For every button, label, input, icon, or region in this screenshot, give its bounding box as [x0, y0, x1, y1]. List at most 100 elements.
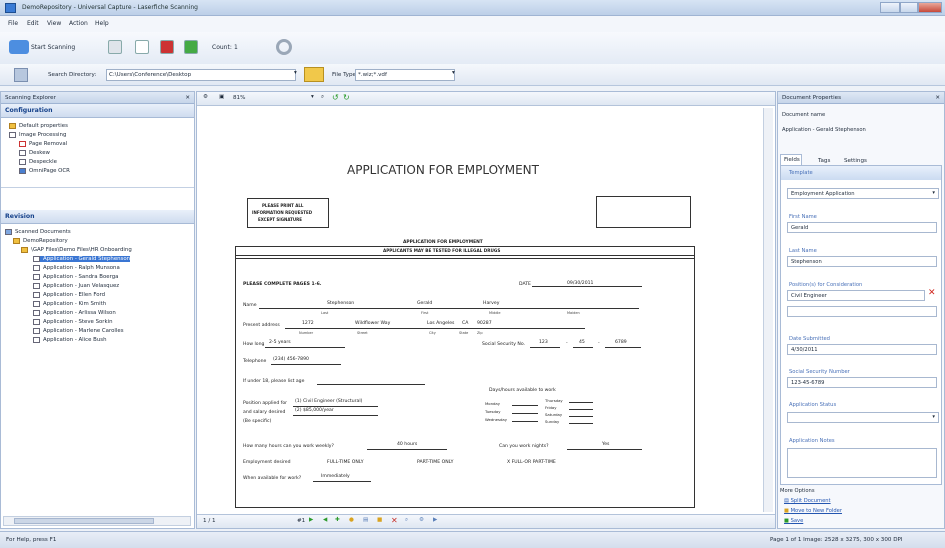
scanning-explorer-panel: Scanning Explorer ✕ Configuration Defaul…: [0, 91, 195, 529]
folder-icon[interactable]: ■: [377, 517, 382, 523]
close-icon[interactable]: ✕: [935, 95, 940, 101]
document-viewer: ⚙ ▣ 81% ▾ ⌕ ↺ ↻ APPLICATION FOR EMPLOYME…: [196, 91, 776, 529]
application-status-select[interactable]: ▾: [787, 412, 939, 423]
street: Wildflower Way: [355, 321, 391, 326]
zoom-icon[interactable]: ⌕: [321, 94, 324, 101]
horizontal-scrollbar[interactable]: [3, 516, 191, 526]
file-type-input[interactable]: *.wiz;*.vdf: [355, 69, 455, 81]
tree-item[interactable]: Application - Marlene Carolles: [5, 327, 192, 336]
tree-item[interactable]: Application - Juan Velasquez: [5, 282, 192, 291]
tree-item[interactable]: \GAP Files\Demo Files\HR Onboarding: [5, 246, 192, 255]
stop-icon[interactable]: [108, 40, 122, 54]
page-icon[interactable]: [135, 40, 149, 54]
field-label: Position(s) for Consideration: [789, 282, 863, 288]
tree-item[interactable]: Despeckle: [9, 158, 190, 167]
search-icon[interactable]: ⌕: [405, 517, 408, 524]
remove-icon[interactable]: ✕: [928, 288, 936, 298]
close-icon[interactable]: ✕: [185, 95, 190, 101]
search-directory-input[interactable]: C:\Users\Conference\Desktop: [106, 69, 296, 81]
rotate-right-icon[interactable]: ↻: [343, 93, 350, 102]
window-title: DemoRepository - Universal Capture - Las…: [22, 4, 198, 11]
menu-view[interactable]: View: [47, 20, 61, 27]
configuration-tree: Default properties Image Processing Page…: [1, 118, 194, 188]
application-notes-field[interactable]: [787, 448, 937, 478]
menu-action[interactable]: Action: [69, 20, 88, 27]
tab-fields[interactable]: Fields: [780, 154, 802, 165]
position-label: Position applied for: [243, 401, 288, 406]
field-label: Date Submitted: [789, 336, 830, 342]
be-specific-text: (Be specific): [243, 419, 272, 424]
split-document-link[interactable]: ▤ Split Document: [784, 498, 831, 504]
tree-item[interactable]: Scanned Documents: [5, 228, 192, 237]
add-icon[interactable]: ✚: [335, 517, 340, 523]
vertical-scrollbar[interactable]: [763, 108, 773, 512]
document-icon: [33, 318, 40, 325]
previous-icon[interactable]: ◀: [323, 517, 327, 523]
count-value[interactable]: 1: [234, 44, 238, 51]
configuration-header[interactable]: Configuration: [1, 104, 194, 118]
scrollbar-thumb[interactable]: [14, 518, 154, 524]
folder-icon[interactable]: [304, 67, 324, 82]
position-field-empty[interactable]: [787, 306, 937, 317]
how-long-value: 2-5 years: [269, 340, 291, 345]
tree-item[interactable]: Default properties: [9, 122, 190, 131]
settings-icon[interactable]: ⚙: [203, 94, 208, 100]
chevron-down-icon[interactable]: ▾: [452, 70, 455, 76]
template-select[interactable]: Employment Application ▾: [787, 188, 939, 199]
employment-option: PART-TIME ONLY: [417, 460, 454, 465]
rotate-left-icon[interactable]: ↺: [332, 93, 339, 102]
chevron-down-icon[interactable]: ▾: [311, 94, 314, 100]
ocr-icon[interactable]: [184, 40, 198, 54]
close-button[interactable]: [918, 2, 942, 13]
chevron-down-icon[interactable]: ▾: [294, 70, 297, 76]
menu-file[interactable]: File: [8, 20, 18, 27]
date-submitted-field[interactable]: 4/30/2011: [787, 344, 937, 355]
revision-header[interactable]: Revision: [1, 210, 194, 224]
zip: 90287: [477, 321, 492, 326]
tree-item[interactable]: Application - Sandra Boerga: [5, 273, 192, 282]
tree-item[interactable]: DemoRepository: [5, 237, 192, 246]
settings-icon[interactable]: ⚙: [419, 517, 424, 523]
position-field[interactable]: Civil Engineer: [787, 290, 925, 301]
next-icon[interactable]: ▶: [433, 517, 437, 523]
caption: City: [429, 331, 436, 335]
first-name-field[interactable]: Gerald: [787, 222, 937, 233]
caption: Number: [299, 331, 314, 335]
document-name-value[interactable]: Application - Gerald Stephenson: [782, 127, 866, 133]
play-icon[interactable]: ▶: [309, 517, 313, 523]
tree-item[interactable]: OmniPage OCR: [9, 167, 190, 176]
tree-item[interactable]: Application - Ellen Ford: [5, 291, 192, 300]
tree-item[interactable]: Application - Alice Bush: [5, 336, 192, 345]
import-icon[interactable]: [160, 40, 174, 54]
start-scanning-button[interactable]: Start Scanning: [31, 44, 75, 51]
how-long-label: How long: [243, 342, 265, 347]
tree-item[interactable]: Application - Steve Sorkin: [5, 318, 192, 327]
tree-item[interactable]: Application - Arlissa Wilson: [5, 309, 192, 318]
save-link[interactable]: ■ Save: [784, 518, 803, 524]
menu-help[interactable]: Help: [95, 20, 109, 27]
split-icon[interactable]: ▤: [363, 517, 368, 523]
tree-item-selected[interactable]: Application - Gerald Stephenson: [33, 255, 131, 262]
scanner-icon: [9, 40, 29, 54]
main-toolbar: Start Scanning Count: 1: [0, 32, 945, 64]
refresh-icon[interactable]: [276, 39, 292, 55]
ssn-field[interactable]: 123-45-6789: [787, 377, 937, 388]
maximize-button[interactable]: [900, 2, 918, 13]
page-view-icon[interactable]: ▣: [219, 94, 224, 100]
zoom-level[interactable]: 81%: [233, 95, 245, 101]
import-settings-icon[interactable]: [14, 68, 28, 82]
rotate-icon[interactable]: ●: [349, 517, 354, 523]
minimize-button[interactable]: [880, 2, 900, 13]
position-value: (1) Civil Engineer (Structural): [295, 399, 363, 404]
viewer-bottom-bar: 1 / 1 #1 ▶ ◀ ✚ ● ▤ ■ ✕ ⌕ ⚙ ▶: [197, 514, 775, 528]
tree-item[interactable]: Page Removal: [9, 140, 190, 149]
tree-item[interactable]: Application - Ralph Munsona: [5, 264, 192, 273]
date-value: 09/30/2011: [567, 281, 594, 286]
move-to-folder-link[interactable]: ■ Move to New Folder: [784, 508, 842, 514]
menu-edit[interactable]: Edit: [27, 20, 39, 27]
tree-item[interactable]: Deskew: [9, 149, 190, 158]
tree-item[interactable]: Image Processing: [9, 131, 190, 140]
tree-item[interactable]: Application - Kim Smith: [5, 300, 192, 309]
delete-icon[interactable]: ✕: [391, 516, 398, 525]
last-name-field[interactable]: Stephenson: [787, 256, 937, 267]
